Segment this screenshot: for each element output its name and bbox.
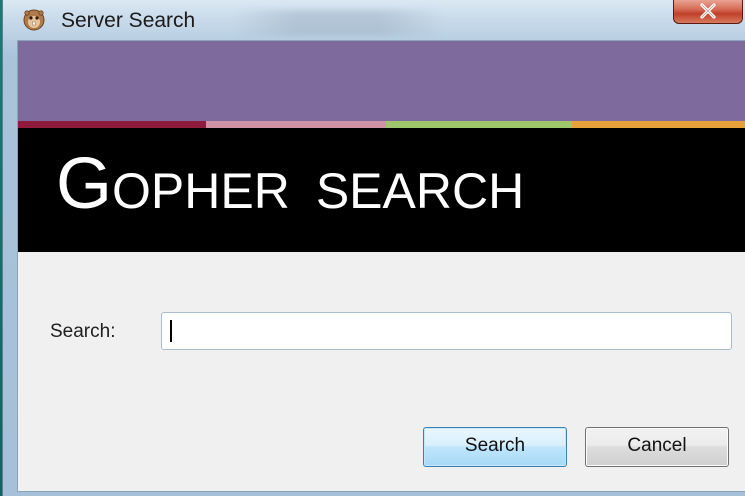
search-label: Search:	[50, 321, 116, 342]
banner-stripe-green	[386, 121, 572, 128]
close-icon	[700, 3, 716, 19]
banner-stripe-crimson	[18, 121, 206, 128]
logo-initial: G	[56, 144, 113, 224]
search-input[interactable]	[161, 312, 732, 350]
logo-suffix: SEARCH	[315, 163, 525, 219]
cancel-button[interactable]: Cancel	[585, 427, 729, 467]
banner-logo-area: GOPHER SEARCH	[18, 128, 745, 252]
banner-purple-band	[18, 41, 745, 121]
server-search-window: Server Search GOPHER SEARCH Search: Searc…	[2, 0, 745, 496]
banner-stripe-orange	[572, 121, 745, 128]
logo-rest: OPHER	[112, 163, 290, 219]
title-bar[interactable]: Server Search	[3, 0, 745, 40]
title-bar-glass-blur	[233, 10, 443, 36]
text-caret	[170, 320, 172, 342]
gopher-icon[interactable]	[23, 9, 45, 31]
banner-stripe-pink	[206, 121, 386, 128]
window-title: Server Search	[61, 9, 196, 32]
close-button[interactable]	[673, 0, 743, 24]
gopher-search-logo: GOPHER SEARCH	[56, 144, 524, 244]
search-button[interactable]: Search	[423, 427, 567, 467]
dialog-client-area: GOPHER SEARCH Search: Search Cancel	[17, 40, 745, 492]
